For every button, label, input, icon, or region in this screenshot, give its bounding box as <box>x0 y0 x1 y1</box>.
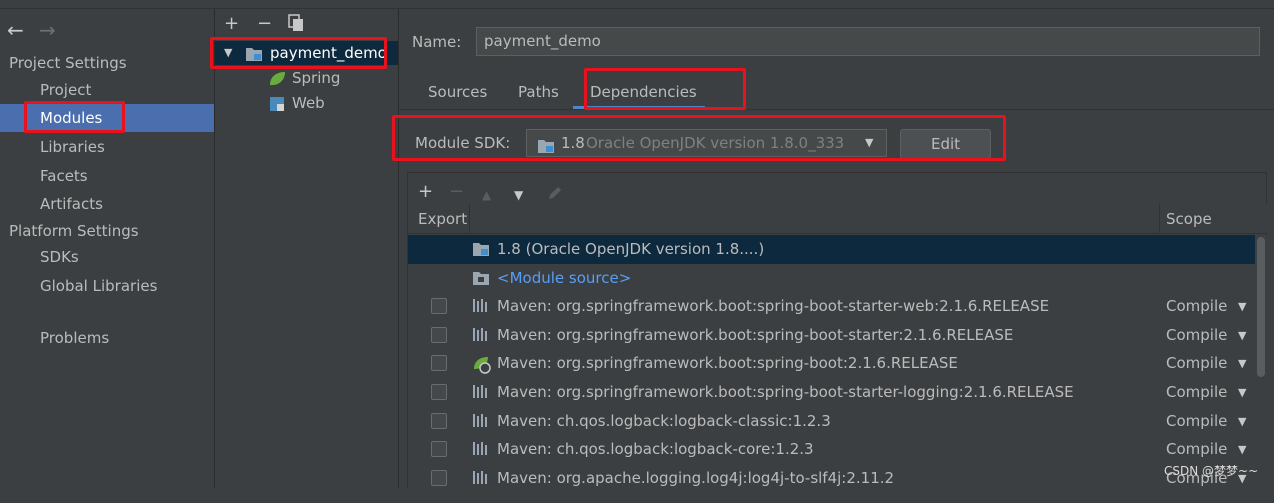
maven-library-icon <box>472 292 492 321</box>
title-bar-strip <box>0 0 1274 9</box>
tab-divider <box>399 109 1274 110</box>
settings-sidebar: ← → Project Settings Project Modules Lib… <box>0 9 215 488</box>
forward-arrow-icon[interactable]: → <box>39 20 56 40</box>
chevron-down-icon: ▼ <box>865 136 874 149</box>
maven-library-icon <box>472 407 492 436</box>
table-row[interactable]: Maven: org.springframework.boot:spring-b… <box>408 321 1255 350</box>
tab-paths[interactable]: Paths <box>518 83 559 101</box>
export-checkbox[interactable] <box>431 355 447 372</box>
tree-item-web[interactable]: Web <box>265 91 395 115</box>
jdk-folder-icon <box>537 136 555 162</box>
module-tree-panel: + − ▼ payment_demo Spring Web <box>210 9 399 488</box>
maven-library-icon <box>472 464 492 493</box>
maven-library-icon <box>472 435 492 464</box>
chevron-down-icon[interactable]: ▼ <box>1238 321 1246 350</box>
table-row[interactable]: <Module source> <box>408 264 1255 293</box>
dependency-name: Maven: org.springframework.boot:spring-b… <box>497 354 958 373</box>
export-checkbox[interactable] <box>431 298 447 315</box>
remove-icon[interactable]: − <box>257 15 272 33</box>
table-row[interactable]: Maven: ch.qos.logback:logback-core:1.2.3… <box>408 435 1255 464</box>
move-up-icon[interactable]: ▲ <box>482 186 491 204</box>
tree-item-module[interactable]: ▼ payment_demo <box>215 41 398 65</box>
export-checkbox[interactable] <box>431 441 447 458</box>
export-checkbox[interactable] <box>431 412 447 429</box>
export-checkbox[interactable] <box>431 326 447 343</box>
chevron-down-icon[interactable]: ▼ <box>1238 292 1246 321</box>
export-column-header[interactable]: Export <box>408 204 470 234</box>
tab-sources[interactable]: Sources <box>428 83 487 101</box>
module-name-input[interactable]: payment_demo <box>476 27 1260 56</box>
module-folder-icon <box>245 45 263 69</box>
chevron-down-icon[interactable]: ▼ <box>1238 435 1246 464</box>
add-icon[interactable]: + <box>224 15 239 33</box>
sidebar-item-global-libraries[interactable]: Global Libraries <box>0 272 214 300</box>
sidebar-item-facets[interactable]: Facets <box>0 162 214 190</box>
scope-select[interactable]: Compile <box>1166 435 1227 464</box>
dependency-name: Maven: org.springframework.boot:spring-b… <box>497 383 1074 401</box>
watermark: CSDN @梦梦~~ <box>1164 464 1259 478</box>
sidebar-item-artifacts[interactable]: Artifacts <box>0 190 214 218</box>
dependency-name: Maven: ch.qos.logback:logback-classic:1.… <box>497 411 831 430</box>
tree-web-label: Web <box>292 94 325 112</box>
scrollbar-thumb[interactable] <box>1257 237 1265 377</box>
scope-select[interactable]: Compile <box>1166 378 1227 407</box>
chevron-down-icon[interactable]: ▼ <box>1238 349 1246 378</box>
scope-select[interactable]: Compile <box>1166 292 1227 321</box>
module-sdk-label: Module SDK: <box>415 134 511 152</box>
edit-sdk-button[interactable]: Edit <box>900 129 991 159</box>
copy-icon[interactable] <box>288 14 304 36</box>
scope-select[interactable]: Compile <box>1166 407 1227 436</box>
chevron-down-icon[interactable]: ▼ <box>1238 407 1246 436</box>
module-sdk-select[interactable]: 1.8 Oracle OpenJDK version 1.8.0_333 ▼ <box>526 129 887 157</box>
dependency-name: 1.8 (Oracle OpenJDK version 1.8....) <box>497 240 765 258</box>
table-row[interactable]: 1.8 (Oracle OpenJDK version 1.8....) <box>408 235 1255 264</box>
maven-library-icon <box>472 321 492 350</box>
sdk-version: 1.8 <box>561 134 585 152</box>
table-row[interactable]: Maven: org.springframework.boot:spring-b… <box>408 292 1255 321</box>
sidebar-item-sdks[interactable]: SDKs <box>0 243 214 271</box>
module-detail-panel: Name: payment_demo Sources Paths Depende… <box>392 9 1274 489</box>
dependency-name: Maven: org.apache.logging.log4j:log4j-to… <box>497 468 895 487</box>
platform-settings-heading: Platform Settings <box>9 222 139 240</box>
jdk-folder-icon <box>472 235 492 264</box>
scope-select[interactable]: Compile <box>1166 321 1227 350</box>
scope-select[interactable]: Compile <box>1166 349 1227 378</box>
table-scrollbar[interactable] <box>1256 235 1267 489</box>
add-dependency-icon[interactable]: + <box>418 183 433 201</box>
spring-boot-library-icon <box>472 349 492 378</box>
table-row[interactable]: Maven: org.apache.logging.log4j:log4j-to… <box>408 464 1255 493</box>
chevron-down-icon[interactable]: ▼ <box>1238 378 1246 407</box>
back-arrow-icon[interactable]: ← <box>7 20 24 40</box>
tree-item-spring[interactable]: Spring <box>265 66 395 90</box>
table-row[interactable]: Maven: org.springframework.boot:spring-b… <box>408 378 1255 407</box>
tab-dependencies[interactable]: Dependencies <box>590 83 697 101</box>
scope-column-header[interactable]: Scope <box>1160 204 1267 234</box>
tree-spring-label: Spring <box>292 69 341 87</box>
edit-pencil-icon[interactable] <box>546 184 564 206</box>
move-down-icon[interactable]: ▼ <box>514 186 523 204</box>
sidebar-item-project[interactable]: Project <box>0 76 214 104</box>
dependency-name: Maven: org.springframework.boot:spring-b… <box>497 297 1050 316</box>
maven-library-icon <box>472 378 492 407</box>
table-row[interactable]: Maven: ch.qos.logback:logback-classic:1.… <box>408 407 1255 436</box>
dependency-name: <Module source> <box>497 268 632 287</box>
chevron-down-icon[interactable]: ▼ <box>224 41 232 65</box>
web-facet-icon <box>269 95 285 119</box>
sidebar-item-modules[interactable]: Modules <box>0 104 214 132</box>
remove-dependency-icon[interactable]: − <box>449 183 464 201</box>
sidebar-item-libraries[interactable]: Libraries <box>0 133 214 161</box>
sdk-detail: Oracle OpenJDK version 1.8.0_333 <box>586 134 845 152</box>
dependency-name: Maven: org.springframework.boot:spring-b… <box>497 325 1014 344</box>
table-row[interactable]: Maven: org.springframework.boot:spring-b… <box>408 349 1255 378</box>
export-checkbox[interactable] <box>431 469 447 486</box>
sidebar-item-problems[interactable]: Problems <box>0 324 214 352</box>
export-checkbox[interactable] <box>431 384 447 400</box>
project-settings-heading: Project Settings <box>9 54 127 72</box>
name-label: Name: <box>412 33 462 51</box>
name-column-header[interactable] <box>470 204 1160 234</box>
tree-module-label: payment_demo <box>270 44 387 62</box>
module-source-folder-icon <box>472 264 492 293</box>
dependency-name: Maven: ch.qos.logback:logback-core:1.2.3 <box>497 440 814 459</box>
dependencies-table: + − ▲ ▼ Export Scope 1.8 (Oracle OpenJDK… <box>407 172 1267 489</box>
